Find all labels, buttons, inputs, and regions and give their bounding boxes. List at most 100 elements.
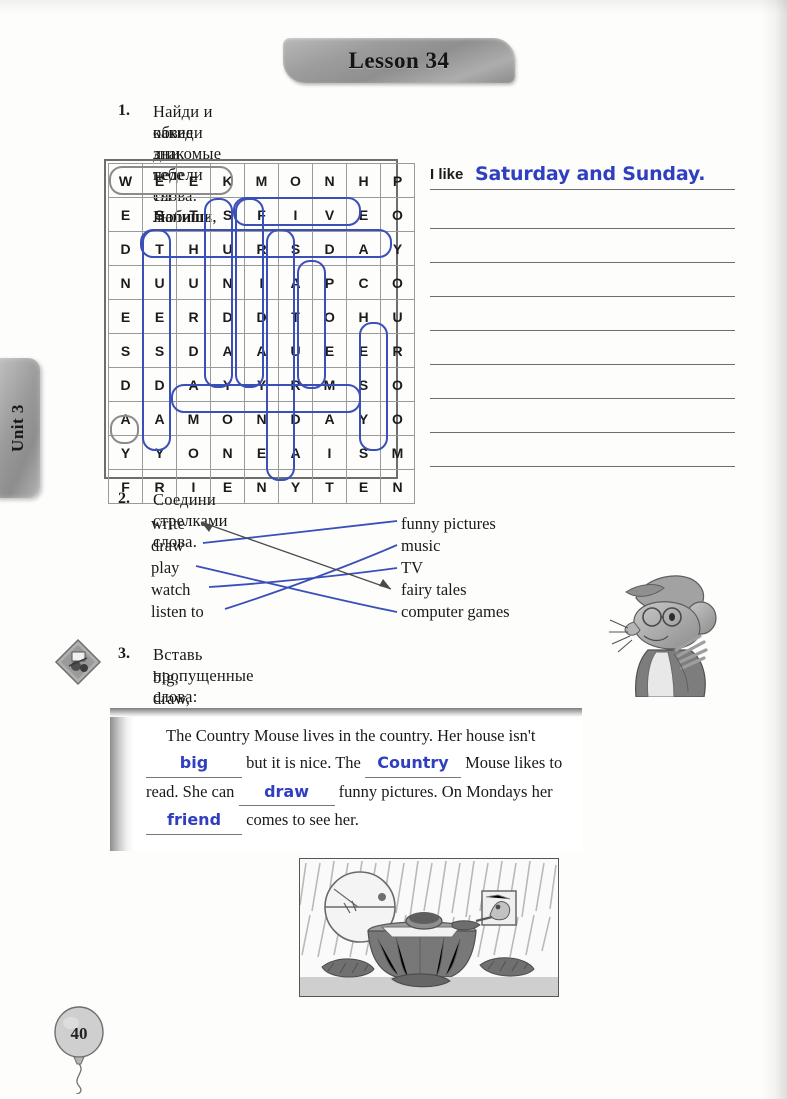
match-left-item-3[interactable]: watch: [151, 579, 204, 601]
grid-cell-r1-c3[interactable]: S: [210, 197, 245, 232]
grid-cell-r5-c5[interactable]: U: [278, 333, 313, 368]
grid-cell-r8-c2[interactable]: O: [176, 435, 211, 470]
grid-cell-r5-c7[interactable]: E: [346, 333, 381, 368]
grid-cell-r5-c6[interactable]: E: [312, 333, 347, 368]
grid-cell-r0-c8[interactable]: P: [380, 163, 415, 198]
grid-cell-r9-c8[interactable]: N: [380, 469, 415, 504]
grid-cell-r1-c8[interactable]: O: [380, 197, 415, 232]
match-right-item-0[interactable]: funny pictures: [401, 513, 510, 535]
blank-answer-line-5[interactable]: [430, 331, 735, 365]
grid-cell-r8-c0[interactable]: Y: [108, 435, 143, 470]
grid-cell-r5-c8[interactable]: R: [380, 333, 415, 368]
grid-cell-r8-c5[interactable]: A: [278, 435, 313, 470]
grid-cell-r4-c3[interactable]: D: [210, 299, 245, 334]
grid-cell-r7-c6[interactable]: A: [312, 401, 347, 436]
grid-cell-r0-c6[interactable]: N: [312, 163, 347, 198]
blank-4[interactable]: friend: [146, 806, 242, 835]
blank-answer-line-3[interactable]: [430, 263, 735, 297]
grid-cell-r9-c7[interactable]: E: [346, 469, 381, 504]
grid-cell-r5-c4[interactable]: A: [244, 333, 279, 368]
grid-cell-r4-c5[interactable]: T: [278, 299, 313, 334]
grid-cell-r6-c5[interactable]: R: [278, 367, 313, 402]
grid-cell-r3-c3[interactable]: N: [210, 265, 245, 300]
matching-right-column[interactable]: funny pictures music TV fairy tales computer…: [401, 513, 510, 623]
grid-cell-r3-c7[interactable]: C: [346, 265, 381, 300]
matching-left-column[interactable]: write draw play watch listen to: [151, 513, 204, 623]
grid-cell-r2-c4[interactable]: R: [244, 231, 279, 266]
grid-cell-r1-c4[interactable]: F: [244, 197, 279, 232]
grid-cell-r4-c1[interactable]: E: [142, 299, 177, 334]
grid-cell-r4-c7[interactable]: H: [346, 299, 381, 334]
grid-cell-r8-c7[interactable]: S: [346, 435, 381, 470]
grid-cell-r1-c5[interactable]: I: [278, 197, 313, 232]
match-left-item-4[interactable]: listen to: [151, 601, 204, 623]
grid-cell-r9-c5[interactable]: Y: [278, 469, 313, 504]
grid-cell-r6-c7[interactable]: S: [346, 367, 381, 402]
grid-cell-r7-c4[interactable]: N: [244, 401, 279, 436]
grid-cell-r3-c6[interactable]: P: [312, 265, 347, 300]
grid-cell-r0-c1[interactable]: E: [142, 163, 177, 198]
blank-3[interactable]: draw: [238, 778, 335, 807]
grid-cell-r3-c4[interactable]: I: [244, 265, 279, 300]
blank-answer-line-8[interactable]: [430, 433, 735, 467]
grid-cell-r2-c1[interactable]: T: [142, 231, 177, 266]
blank-answer-line-2[interactable]: [430, 229, 735, 263]
grid-cell-r3-c1[interactable]: U: [142, 265, 177, 300]
match-left-item-0[interactable]: write: [151, 513, 204, 535]
grid-cell-r9-c6[interactable]: T: [312, 469, 347, 504]
grid-cell-r5-c1[interactable]: S: [142, 333, 177, 368]
grid-cell-r3-c8[interactable]: O: [380, 265, 415, 300]
grid-cell-r2-c5[interactable]: S: [278, 231, 313, 266]
grid-cell-r2-c8[interactable]: Y: [380, 231, 415, 266]
blank-answer-lines[interactable]: [430, 195, 735, 467]
grid-cell-r7-c3[interactable]: O: [210, 401, 245, 436]
grid-cell-r1-c0[interactable]: E: [108, 197, 143, 232]
grid-cell-r7-c2[interactable]: M: [176, 401, 211, 436]
grid-cell-r5-c2[interactable]: D: [176, 333, 211, 368]
matching-exercise[interactable]: write draw play watch listen to funny pictur…: [151, 513, 551, 623]
grid-cell-r7-c0[interactable]: A: [108, 401, 143, 436]
match-right-item-1[interactable]: music: [401, 535, 510, 557]
grid-cell-r8-c4[interactable]: E: [244, 435, 279, 470]
blank-answer-line-7[interactable]: [430, 399, 735, 433]
grid-cell-r4-c4[interactable]: D: [244, 299, 279, 334]
blank-1[interactable]: big: [146, 749, 242, 778]
grid-cell-r8-c6[interactable]: I: [312, 435, 347, 470]
grid-cell-r2-c0[interactable]: D: [108, 231, 143, 266]
grid-cell-r0-c3[interactable]: K: [210, 163, 245, 198]
grid-cell-r6-c4[interactable]: Y: [244, 367, 279, 402]
grid-cell-r9-c4[interactable]: N: [244, 469, 279, 504]
grid-cell-r2-c7[interactable]: A: [346, 231, 381, 266]
grid-cell-r0-c0[interactable]: W: [108, 163, 143, 198]
grid-cell-r1-c6[interactable]: V: [312, 197, 347, 232]
grid-cell-r0-c4[interactable]: M: [244, 163, 279, 198]
grid-cell-r4-c0[interactable]: E: [108, 299, 143, 334]
grid-cell-r4-c6[interactable]: O: [312, 299, 347, 334]
grid-cell-r7-c1[interactable]: A: [142, 401, 177, 436]
word-search-grid[interactable]: WEEKMONHPESTSFIVEODTHURSDAYNUUNIAPCOEERD…: [108, 163, 415, 504]
grid-cell-r1-c2[interactable]: T: [176, 197, 211, 232]
grid-cell-r2-c3[interactable]: U: [210, 231, 245, 266]
match-right-item-3[interactable]: fairy tales: [401, 579, 510, 601]
grid-cell-r8-c8[interactable]: M: [380, 435, 415, 470]
grid-cell-r6-c8[interactable]: O: [380, 367, 415, 402]
word-search-table[interactable]: WEEKMONHPESTSFIVEODTHURSDAYNUUNIAPCOEERD…: [108, 163, 415, 504]
grid-cell-r0-c7[interactable]: H: [346, 163, 381, 198]
grid-cell-r6-c6[interactable]: M: [312, 367, 347, 402]
grid-cell-r0-c2[interactable]: E: [176, 163, 211, 198]
grid-cell-r5-c3[interactable]: A: [210, 333, 245, 368]
grid-cell-r3-c5[interactable]: A: [278, 265, 313, 300]
grid-cell-r1-c1[interactable]: S: [142, 197, 177, 232]
match-right-item-4[interactable]: computer games: [401, 601, 510, 623]
blank-answer-line-4[interactable]: [430, 297, 735, 331]
grid-cell-r0-c5[interactable]: O: [278, 163, 313, 198]
grid-cell-r4-c8[interactable]: U: [380, 299, 415, 334]
grid-cell-r7-c5[interactable]: D: [278, 401, 313, 436]
grid-cell-r6-c1[interactable]: D: [142, 367, 177, 402]
grid-cell-r8-c3[interactable]: N: [210, 435, 245, 470]
blank-answer-line-6[interactable]: [430, 365, 735, 399]
grid-cell-r8-c1[interactable]: Y: [142, 435, 177, 470]
answer-line-filled[interactable]: I like Saturday and Sunday.: [430, 163, 735, 193]
match-left-item-1[interactable]: draw: [151, 535, 204, 557]
match-left-item-2[interactable]: play: [151, 557, 204, 579]
